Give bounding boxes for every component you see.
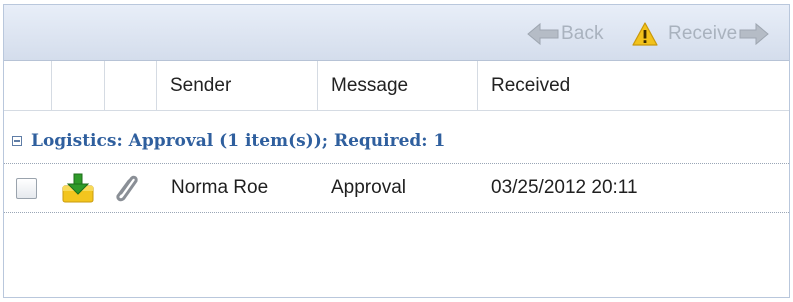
receive-button[interactable]: Receive bbox=[632, 22, 770, 46]
attachment-column-header[interactable] bbox=[105, 61, 157, 110]
sender-cell: Norma Roe bbox=[171, 177, 269, 198]
row-checkbox[interactable] bbox=[16, 177, 37, 199]
toolbar: Back Receive bbox=[4, 5, 789, 61]
back-label: Back bbox=[561, 23, 604, 44]
warning-icon bbox=[632, 22, 658, 46]
group-label: Logistics: Approval (1 item(s)); Require… bbox=[31, 131, 446, 151]
type-column-header[interactable] bbox=[52, 61, 105, 110]
message-column-header[interactable]: Message bbox=[318, 61, 478, 110]
inbox-download-icon bbox=[61, 164, 101, 212]
sender-column-header[interactable]: Sender bbox=[157, 61, 318, 110]
column-header-row: Sender Message Received bbox=[4, 61, 789, 111]
received-cell: 03/25/2012 20:11 bbox=[491, 177, 638, 198]
message-list-panel: Back Receive Sender Message Received Log… bbox=[3, 4, 790, 298]
arrow-left-icon bbox=[527, 22, 559, 46]
back-button[interactable]: Back bbox=[527, 22, 604, 46]
row-select-cell bbox=[16, 164, 44, 212]
message-cell: Approval bbox=[331, 177, 406, 198]
table-row[interactable]: Norma Roe Approval 03/25/2012 20:11 bbox=[4, 163, 789, 213]
receive-label: Receive bbox=[668, 23, 738, 44]
select-column-header[interactable] bbox=[4, 61, 52, 110]
paperclip-icon[interactable] bbox=[114, 164, 149, 212]
collapse-icon[interactable] bbox=[12, 136, 22, 146]
arrow-right-icon bbox=[739, 22, 770, 46]
received-column-header[interactable]: Received bbox=[478, 61, 789, 110]
group-header[interactable]: Logistics: Approval (1 item(s)); Require… bbox=[4, 127, 445, 155]
